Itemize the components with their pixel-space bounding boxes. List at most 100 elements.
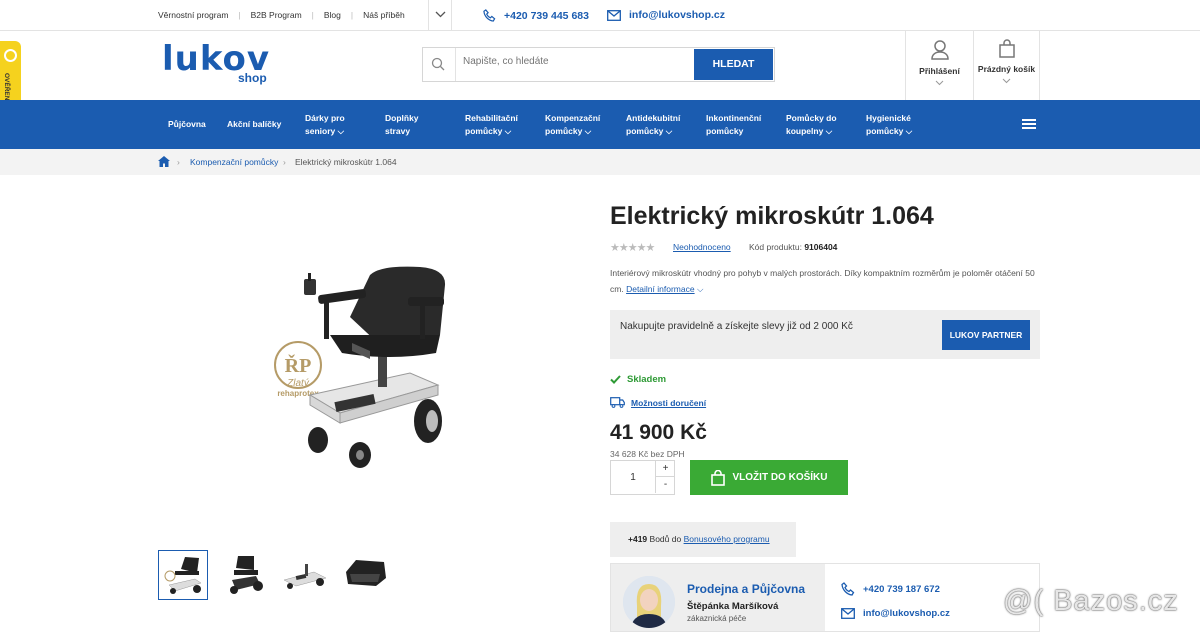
phone-icon [841,582,855,596]
price: 41 900 Kč [610,421,707,444]
search-button[interactable]: HLEDAT [694,49,773,80]
menu-icon[interactable] [1022,118,1036,130]
phone-icon [483,9,496,22]
store-email[interactable]: info@lukovshop.cz [841,608,950,619]
logo-sub: shop [238,71,267,85]
check-icon [610,375,621,384]
chevron-down-icon: ⌵ [696,284,704,294]
nav-item-compensation[interactable]: Kompenzační pomůcky ⌵ [545,112,600,138]
mail-icon [607,9,621,21]
top-email-text: info@lukovshop.cz [629,9,725,21]
details-link[interactable]: Detailní informace [626,284,695,294]
quantity-stepper: 1 + - [610,460,675,495]
top-phone[interactable]: +420 739 445 683 [483,9,589,22]
partner-button[interactable]: LUKOV PARTNER [942,320,1030,350]
nav-item-antidecubitus[interactable]: Antidekubitní pomůcky ⌵ [626,112,680,138]
nav-item-supplements[interactable]: Doplňky stravy [385,112,419,138]
chevron-down-icon [435,11,446,18]
breadcrumb: › Kompenzační pomůcky › Elektrický mikro… [0,149,1200,175]
mail-icon [841,608,855,619]
chevron-down-icon: ⌵ [584,126,592,136]
nav-item-gifts[interactable]: Dárky pro seniory ⌵ [305,112,345,138]
nav-item-hygiene[interactable]: Hygienické pomůcky ⌵ [866,112,912,138]
shopping-bag-icon [998,39,1015,58]
chevron-down-icon: ⌵ [825,126,833,136]
bonus-program-link[interactable]: Bonusového programu [684,534,770,544]
store-contact-card: Prodejna a Půjčovna Štěpánka Maršíková z… [610,563,1040,632]
price-without-vat: 34 628 Kč bez DPH [610,449,685,459]
truck-icon [610,397,625,408]
breadcrumb-current: Elektrický mikroskútr 1.064 [295,157,397,167]
thumbnail-image [283,564,327,589]
home-icon[interactable] [158,156,170,167]
partner-banner: Nakupujte pravidelně a získejte slevy ji… [610,310,1040,359]
top-links: Věrnostní program | B2B Program | Blog | Ná… [158,10,415,20]
nav-item-bundles[interactable]: Akční balíčky [227,118,281,131]
top-link-blog[interactable]: Blog [324,10,341,20]
top-email[interactable]: info@lukovshop.cz [607,9,725,21]
chevron-down-icon [935,80,944,86]
quantity-input[interactable]: 1 [611,461,655,494]
partner-text: Nakupujte pravidelně a získejte slevy ji… [620,321,853,332]
logo-main: lukov [162,39,271,79]
chevron-down-icon [1002,78,1011,84]
watermark: @( Bazos.cz [1003,585,1179,617]
thumbnail-4[interactable] [340,550,390,600]
thumbnail-1[interactable] [158,550,208,600]
top-link-story[interactable]: Náš příběh [363,10,405,20]
top-link-loyalty[interactable]: Věrnostní program [158,10,228,20]
contact-role: zákaznická péče [687,614,747,623]
thumbnail-image [346,560,386,586]
avatar [623,576,675,628]
stock-status: Skladem [610,374,666,385]
nav-item-rehab[interactable]: Rehabilitační pomůcky ⌵ [465,112,518,138]
quantity-increase-button[interactable]: + [655,461,675,477]
nav-item-rental[interactable]: Půjčovna [168,118,206,131]
search-icon [431,57,445,71]
main-nav: Půjčovna Akční balíčky Dárky pro seniory … [0,100,1200,149]
nav-item-bathroom[interactable]: Pomůcky do koupelny ⌵ [786,112,837,138]
nav-item-incontinence[interactable]: Inkontinenční pomůcky [706,112,761,138]
thumbnail-2[interactable] [220,550,270,600]
cart-button[interactable]: Prázdný košík [973,31,1040,100]
contact-name: Štěpánka Maršíková [687,601,779,612]
store-phone[interactable]: +420 739 187 672 [841,582,940,596]
globe-icon [4,49,17,62]
chevron-down-icon: ⌵ [905,126,913,136]
separator: | [311,10,314,20]
product-image[interactable]: ŘP Zlatý rehaprotex [260,255,460,475]
separator: | [350,10,354,20]
breadcrumb-category[interactable]: Kompenzační pomůcky [190,157,278,167]
site-logo[interactable]: lukov shop [162,39,271,85]
product-description: Interiérový mikroskútr vhodný pro pohyb … [610,268,1035,294]
user-icon [930,40,949,60]
login-button[interactable]: Přihlášení [905,31,973,100]
login-label: Přihlášení [919,66,960,76]
thumbnail-image [230,556,263,594]
add-to-cart-button[interactable]: VLOŽIT DO KOŠÍKU [690,460,848,495]
chevron-down-icon: ⌵ [665,126,673,136]
thumbnail-image [164,557,202,594]
rating-link[interactable]: Neohodnoceno [673,242,731,252]
top-link-b2b[interactable]: B2B Program [251,10,302,20]
store-title: Prodejna a Půjčovna [687,582,806,596]
delivery-options-link[interactable]: Možnosti doručení [610,397,706,408]
cart-label: Prázdný košík [977,64,1036,74]
search-input[interactable] [463,56,683,67]
store-person: Prodejna a Půjčovna Štěpánka Maršíková z… [611,564,825,631]
product-code: Kód produktu: 9106404 [749,242,838,252]
search-bar: HLEDAT [422,47,775,82]
quantity-decrease-button[interactable]: - [655,477,675,493]
more-links-toggle[interactable] [428,0,452,31]
divider [455,48,456,81]
separator: | [238,10,241,20]
rating-stars[interactable]: ★★★★★ [610,241,655,254]
chevron-down-icon: ⌵ [504,126,512,136]
thumbnail-3[interactable] [280,550,330,600]
top-bar: Věrnostní program | B2B Program | Blog | Ná… [0,0,1200,31]
bonus-points: +419 Bodů do Bonusového programu [610,522,796,557]
svg-text:ŘP: ŘP [285,353,312,377]
award-logo-line1: Zlatý [286,378,310,389]
chevron-down-icon: ⌵ [337,126,345,136]
product-title: Elektrický mikroskútr 1.064 [610,202,934,230]
